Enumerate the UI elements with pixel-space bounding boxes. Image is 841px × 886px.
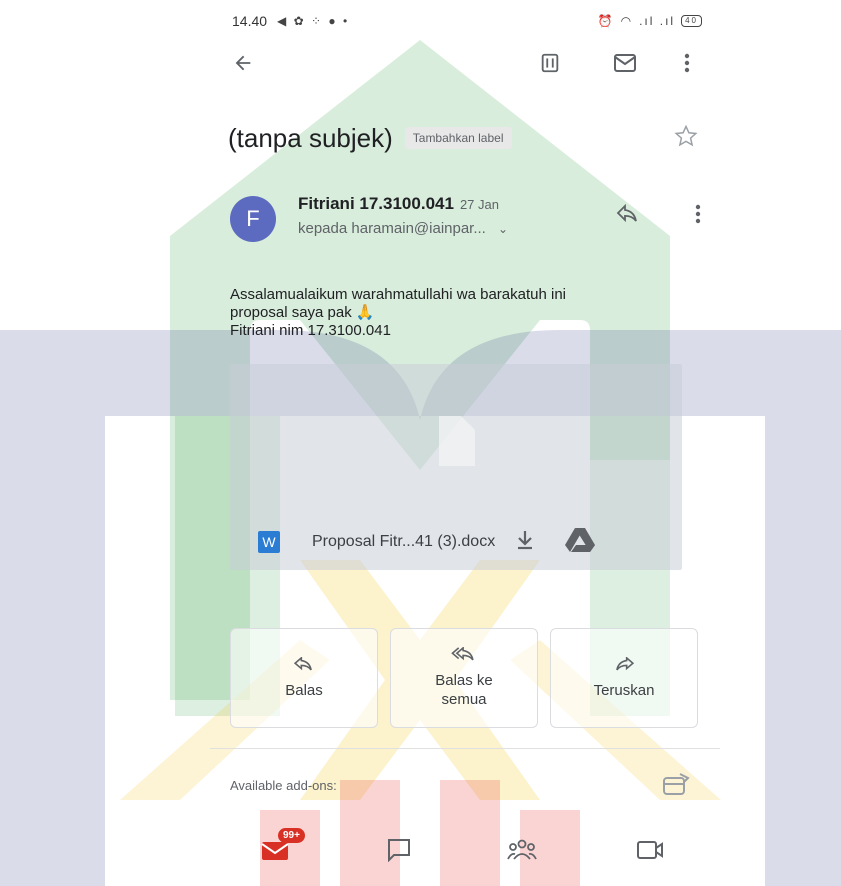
chat-icon bbox=[388, 839, 410, 862]
attachment-card[interactable]: W Proposal Fitr...41 (3).docx bbox=[230, 364, 682, 570]
reply-button[interactable]: Balas bbox=[230, 628, 378, 728]
attachment-bar: W Proposal Fitr...41 (3).docx bbox=[230, 514, 682, 570]
add-label-chip[interactable]: Tambahkan label bbox=[404, 127, 512, 149]
save-to-drive-icon[interactable] bbox=[565, 527, 596, 558]
sender-name: Fitriani 17.3100.041 bbox=[298, 194, 454, 213]
bottom-navigation: 99+ bbox=[210, 826, 720, 876]
attachment-filename: Proposal Fitr...41 (3).docx bbox=[312, 533, 496, 550]
more-vert-icon[interactable] bbox=[674, 50, 700, 76]
download-icon[interactable] bbox=[515, 529, 535, 556]
back-arrow-icon[interactable] bbox=[230, 50, 256, 76]
reply-icon bbox=[293, 655, 315, 677]
battery-icon: 40 bbox=[681, 15, 702, 27]
addons-label: Available add-ons: bbox=[230, 777, 337, 793]
recipient-toggle[interactable]: kepada haramain@iainpar... ⌄ bbox=[298, 220, 508, 237]
word-file-icon: W bbox=[258, 531, 280, 553]
sender-more-icon[interactable] bbox=[695, 204, 701, 229]
reply-label: Balas bbox=[285, 681, 323, 699]
reply-icon[interactable] bbox=[615, 203, 639, 231]
nav-mail[interactable]: 99+ bbox=[254, 828, 305, 868]
sender-avatar: F bbox=[230, 196, 276, 242]
delete-icon[interactable] bbox=[537, 50, 563, 76]
reply-all-icon bbox=[451, 646, 477, 667]
reply-all-label: Balas ke semua bbox=[435, 672, 493, 708]
forward-label: Teruskan bbox=[593, 681, 655, 699]
body-line: Fitriani nim 17.3100.041 bbox=[230, 322, 391, 339]
alarm-icon: ⏰ bbox=[597, 14, 615, 28]
nav-chat[interactable] bbox=[377, 832, 421, 868]
recipient-text: kepada haramain@iainpar... bbox=[298, 220, 486, 237]
forward-icon bbox=[613, 655, 635, 677]
gmail-screen: 14.40 ◀ ✿ ⁘ ● • ⏰ ◠ .ıl .ıl 40 (tanpa su… bbox=[210, 0, 720, 886]
email-date: 27 Jan bbox=[459, 197, 499, 212]
forward-button[interactable]: Teruskan bbox=[550, 628, 698, 728]
addon-icon[interactable] bbox=[662, 772, 690, 799]
sender-name-line: Fitriani 17.3100.041 27 Jan bbox=[298, 194, 499, 214]
reply-all-button[interactable]: Balas ke semua bbox=[390, 628, 538, 728]
addons-row: Available add-ons: bbox=[230, 770, 700, 800]
people-icon bbox=[507, 839, 537, 860]
wifi-icon: ◠ bbox=[620, 14, 634, 28]
status-bar: 14.40 ◀ ✿ ⁘ ● • ⏰ ◠ .ıl .ıl 40 bbox=[232, 10, 702, 32]
mail-badge: 99+ bbox=[278, 828, 305, 843]
mark-unread-icon[interactable] bbox=[612, 50, 638, 76]
email-toolbar bbox=[210, 40, 720, 84]
email-body: Assalamualaikum warahmatullahi wa baraka… bbox=[230, 286, 700, 340]
body-line: proposal saya pak 🙏 bbox=[230, 304, 375, 321]
signal-icon: .ıl .ıl bbox=[639, 14, 676, 28]
sender-row: F Fitriani 17.3100.041 27 Jan kepada hara… bbox=[230, 190, 710, 250]
system-icons: ⏰ ◠ .ıl .ıl 40 bbox=[598, 14, 702, 28]
subject-row: (tanpa subjek) Tambahkan label bbox=[228, 118, 708, 158]
video-icon bbox=[637, 841, 663, 859]
divider bbox=[210, 748, 720, 749]
chevron-down-icon: ⌄ bbox=[498, 222, 509, 236]
star-icon[interactable] bbox=[674, 124, 698, 153]
email-subject: (tanpa subjek) bbox=[228, 122, 393, 153]
nav-meet[interactable] bbox=[628, 832, 672, 868]
notification-icons: ◀ ✿ ⁘ ● • bbox=[277, 14, 350, 28]
nav-spaces[interactable] bbox=[500, 832, 544, 868]
body-line: Assalamualaikum warahmatullahi wa baraka… bbox=[230, 286, 566, 303]
status-time: 14.40 bbox=[232, 13, 268, 29]
document-placeholder-icon bbox=[435, 416, 475, 471]
action-buttons: Balas Balas ke semua Teruskan bbox=[230, 628, 698, 728]
